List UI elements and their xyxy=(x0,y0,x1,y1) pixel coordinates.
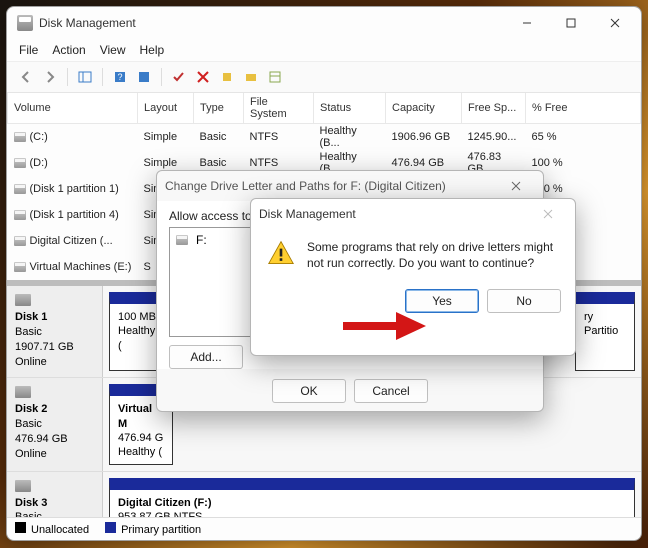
disk-row[interactable]: Disk 3Basic953.87 GBOnlineDigital Citize… xyxy=(7,472,641,517)
menu-view[interactable]: View xyxy=(100,43,126,57)
properties-icon[interactable] xyxy=(264,66,286,88)
partition[interactable]: ry Partitio xyxy=(575,292,635,371)
disk-meta: Disk 3Basic953.87 GBOnline xyxy=(7,472,103,517)
confirm-dialog: Disk Management Some programs that rely … xyxy=(250,198,576,356)
col-volume[interactable]: Volume xyxy=(8,93,138,124)
col-layout[interactable]: Layout xyxy=(138,93,194,124)
toolbar: ? xyxy=(7,61,641,93)
help-icon[interactable]: ? xyxy=(109,66,131,88)
menu-file[interactable]: File xyxy=(19,43,38,57)
legend: Unallocated Primary partition xyxy=(7,517,641,540)
forward-icon[interactable] xyxy=(39,66,61,88)
show-hide-tree-icon[interactable] xyxy=(74,66,96,88)
partition[interactable]: Digital Citizen (F:)953.87 GB NTFSHealth… xyxy=(109,478,635,517)
new-icon[interactable] xyxy=(216,66,238,88)
dialog1-title: Change Drive Letter and Paths for F: (Di… xyxy=(165,179,446,193)
table-row[interactable]: (C:)SimpleBasicNTFSHealthy (B...1906.96 … xyxy=(8,124,641,151)
no-button[interactable]: No xyxy=(487,289,561,313)
drive-icon xyxy=(14,236,26,246)
menu-help[interactable]: Help xyxy=(140,43,165,57)
disk-partitions: Digital Citizen (F:)953.87 GB NTFSHealth… xyxy=(103,472,641,517)
dialog1-close-icon[interactable] xyxy=(497,173,535,199)
dialog1-titlebar: Change Drive Letter and Paths for F: (Di… xyxy=(157,171,543,201)
drive-icon xyxy=(14,132,26,142)
yes-button[interactable]: Yes xyxy=(405,289,479,313)
legend-unallocated: Unallocated xyxy=(31,524,89,536)
minimize-button[interactable] xyxy=(505,8,549,38)
disk-meta: Disk 1Basic1907.71 GBOnline xyxy=(7,286,103,377)
separator xyxy=(67,68,68,86)
separator xyxy=(102,68,103,86)
menu-action[interactable]: Action xyxy=(52,43,85,57)
drive-icon xyxy=(176,235,188,245)
drive-icon xyxy=(14,210,26,220)
delete-icon[interactable] xyxy=(192,66,214,88)
dialog2-close-icon[interactable] xyxy=(529,201,567,227)
col-type[interactable]: Type xyxy=(194,93,244,124)
close-button[interactable] xyxy=(593,8,637,38)
confirm-message: Some programs that rely on drive letters… xyxy=(307,239,559,271)
dialog2-title: Disk Management xyxy=(259,207,356,221)
menubar: File Action View Help xyxy=(7,39,641,61)
ok-button[interactable]: OK xyxy=(272,379,346,403)
maximize-button[interactable] xyxy=(549,8,593,38)
col-free[interactable]: Free Sp... xyxy=(462,93,526,124)
warning-icon xyxy=(267,239,295,267)
disk-meta: Disk 2Basic476.94 GBOnline xyxy=(7,378,103,470)
cancel-button[interactable]: Cancel xyxy=(354,379,428,403)
checkmark-icon[interactable] xyxy=(168,66,190,88)
window-controls xyxy=(505,8,637,38)
drive-icon xyxy=(14,262,26,272)
window-title: Disk Management xyxy=(39,16,136,30)
disk-icon xyxy=(15,480,31,492)
legend-primary: Primary partition xyxy=(121,524,201,536)
disk-management-icon xyxy=(17,15,33,31)
refresh-icon[interactable] xyxy=(133,66,155,88)
disk-icon xyxy=(15,386,31,398)
titlebar: Disk Management xyxy=(7,7,641,39)
dialog2-titlebar: Disk Management xyxy=(251,199,575,229)
col-status[interactable]: Status xyxy=(314,93,386,124)
col-fs[interactable]: File System xyxy=(244,93,314,124)
svg-text:?: ? xyxy=(117,72,122,82)
col-capacity[interactable]: Capacity xyxy=(386,93,462,124)
folder-icon[interactable] xyxy=(240,66,262,88)
disk-icon xyxy=(15,294,31,306)
drive-icon xyxy=(14,184,26,194)
back-icon[interactable] xyxy=(15,66,37,88)
unallocated-swatch xyxy=(15,522,26,533)
list-item-label: F: xyxy=(196,233,207,247)
separator xyxy=(161,68,162,86)
primary-swatch xyxy=(105,522,116,533)
drive-icon xyxy=(14,158,26,168)
col-pctfree[interactable]: % Free xyxy=(526,93,641,124)
add-button[interactable]: Add... xyxy=(169,345,243,369)
